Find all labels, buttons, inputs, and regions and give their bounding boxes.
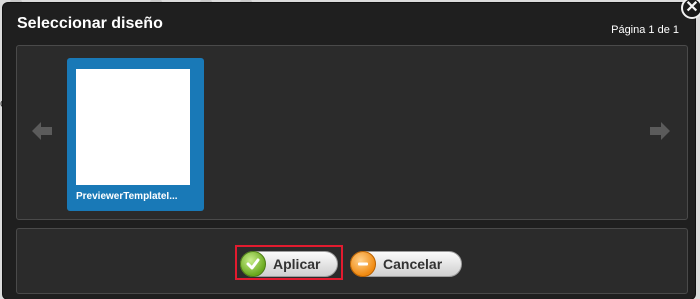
arrow-right-icon <box>650 122 670 140</box>
page-indicator: Página 1 de 1 <box>611 24 679 36</box>
next-page-button[interactable] <box>647 118 673 144</box>
template-name: PreviewerTemplateI... <box>76 191 178 202</box>
apply-button-label: Aplicar <box>273 256 321 272</box>
cancel-button-label: Cancelar <box>383 256 443 272</box>
close-icon: ✕ <box>685 0 699 16</box>
action-bar: Aplicar Cancelar <box>16 228 688 294</box>
template-card[interactable]: PreviewerTemplateI... <box>67 58 204 211</box>
checkmark-icon <box>240 251 266 277</box>
arrow-left-icon <box>32 122 52 140</box>
prev-page-button[interactable] <box>29 118 55 144</box>
minus-icon <box>350 251 376 277</box>
select-design-dialog: Seleccionar diseño Página 1 de 1 ✕ Previ… <box>3 0 700 299</box>
close-button[interactable]: ✕ <box>681 0 700 19</box>
cancel-button[interactable]: Cancelar <box>350 251 462 277</box>
apply-button[interactable]: Aplicar <box>240 251 338 277</box>
dialog-title: Seleccionar diseño <box>17 15 163 32</box>
template-gallery: PreviewerTemplateI... <box>16 45 688 220</box>
template-thumbnail <box>76 69 190 185</box>
